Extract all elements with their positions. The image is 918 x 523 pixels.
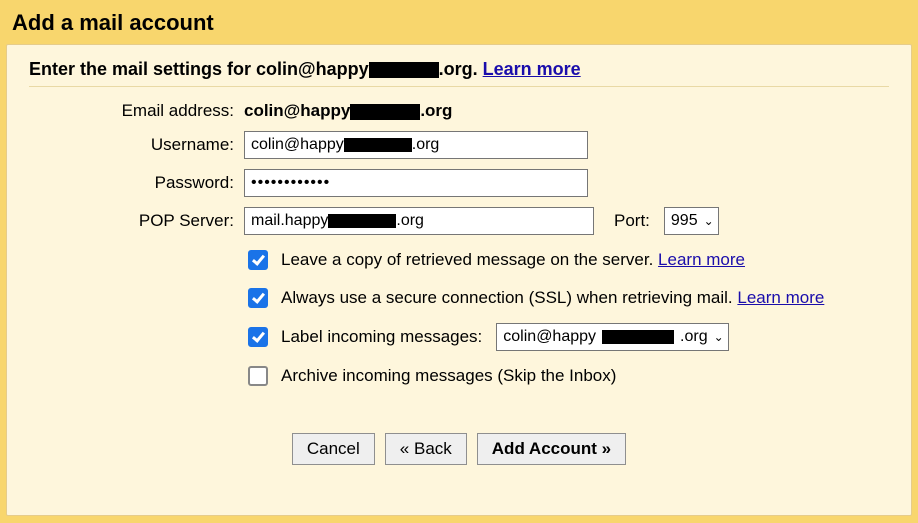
pop-server-input[interactable]: mail.happy.org	[244, 207, 594, 235]
ssl-label: Always use a secure connection (SSL) whe…	[281, 286, 824, 310]
leave-copy-row: Leave a copy of retrieved message on the…	[244, 247, 889, 273]
label-incoming-row: Label incoming messages: colin@happy.org…	[244, 323, 889, 351]
learn-more-link[interactable]: Learn more	[483, 59, 581, 79]
port-label: Port:	[614, 211, 650, 231]
label-incoming-checkbox[interactable]	[248, 327, 268, 347]
ssl-checkbox[interactable]	[248, 288, 268, 308]
chevron-down-icon: ⌄	[704, 214, 714, 228]
password-label: Password:	[29, 173, 234, 193]
add-account-button[interactable]: Add Account »	[477, 433, 626, 465]
archive-label: Archive incoming messages (Skip the Inbo…	[281, 364, 616, 388]
dialog-panel: Enter the mail settings for colin@happy.…	[6, 44, 912, 516]
leave-copy-checkbox[interactable]	[248, 250, 268, 270]
label-incoming-label: Label incoming messages:	[281, 325, 482, 349]
leave-copy-label: Leave a copy of retrieved message on the…	[281, 248, 745, 272]
chevron-down-icon: ⌄	[714, 329, 724, 346]
settings-form: Email address: colin@happy.org Username:…	[29, 101, 889, 389]
divider	[29, 86, 889, 87]
cancel-button[interactable]: Cancel	[292, 433, 375, 465]
leave-copy-learn-more-link[interactable]: Learn more	[658, 250, 745, 269]
username-input[interactable]: colin@happy.org	[244, 131, 588, 159]
email-address-label: Email address:	[29, 101, 234, 121]
password-input[interactable]: ••••••••••••	[244, 169, 588, 197]
button-row: Cancel « Back Add Account »	[29, 433, 889, 465]
email-address-value: colin@happy.org	[244, 101, 889, 121]
archive-checkbox[interactable]	[248, 366, 268, 386]
dialog-title: Add a mail account	[0, 0, 918, 44]
username-label: Username:	[29, 135, 234, 155]
ssl-learn-more-link[interactable]: Learn more	[737, 288, 824, 307]
back-button[interactable]: « Back	[385, 433, 467, 465]
subheader: Enter the mail settings for colin@happy.…	[29, 59, 889, 80]
label-incoming-select[interactable]: colin@happy.org ⌄	[496, 323, 728, 351]
port-select[interactable]: 995⌄	[664, 207, 719, 235]
ssl-row: Always use a secure connection (SSL) whe…	[244, 285, 889, 311]
archive-row: Archive incoming messages (Skip the Inbo…	[244, 363, 889, 389]
pop-server-label: POP Server:	[29, 211, 234, 231]
